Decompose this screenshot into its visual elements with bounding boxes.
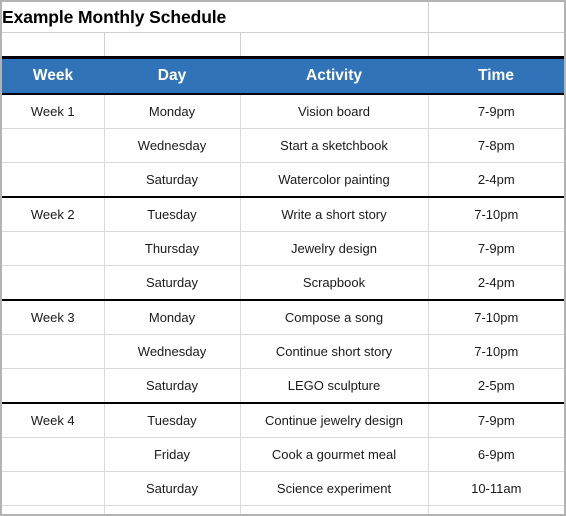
cell-time[interactable]: 2-4pm bbox=[428, 162, 564, 198]
cell-activity[interactable]: Start a sketchbook bbox=[240, 128, 429, 163]
table-row[interactable]: Wednesday Continue short story 7-10pm bbox=[2, 334, 564, 369]
cell-time[interactable]: 7-9pm bbox=[428, 93, 564, 129]
cell-activity[interactable]: LEGO sculpture bbox=[240, 368, 429, 404]
cell-time[interactable]: 7-10pm bbox=[428, 196, 564, 232]
spreadsheet-sheet: Example Monthly Schedule Week Day Activi… bbox=[2, 2, 564, 514]
cell-activity[interactable]: Science experiment bbox=[240, 471, 429, 506]
title-row: Example Monthly Schedule bbox=[2, 2, 564, 33]
cell-time[interactable]: 6-9pm bbox=[428, 437, 564, 472]
table-row[interactable]: Saturday Science experiment 10-11am bbox=[2, 471, 564, 506]
cell-time[interactable]: 7-10pm bbox=[428, 334, 564, 369]
cell-week[interactable]: Week 2 bbox=[2, 196, 105, 232]
spacer-cell-time bbox=[428, 32, 564, 59]
cell-week[interactable] bbox=[2, 162, 105, 198]
column-header-activity[interactable]: Activity bbox=[240, 57, 429, 94]
cell-activity[interactable]: Write a short story bbox=[240, 196, 429, 232]
table-row[interactable]: Saturday Scrapbook 2-4pm bbox=[2, 265, 564, 301]
cell-time[interactable]: 2-4pm bbox=[428, 265, 564, 301]
cell-week[interactable] bbox=[2, 334, 105, 369]
cell-activity[interactable]: Vision board bbox=[240, 93, 429, 129]
cell-week[interactable] bbox=[2, 437, 105, 472]
spacer-cell-week bbox=[2, 32, 105, 59]
cell-day[interactable]: Thursday bbox=[104, 231, 241, 266]
cell-week[interactable]: Week 1 bbox=[2, 93, 105, 129]
cell-week[interactable]: Week 3 bbox=[2, 299, 105, 335]
cell-day[interactable]: Monday bbox=[104, 93, 241, 129]
cell-day[interactable]: Monday bbox=[104, 299, 241, 335]
page-title: Example Monthly Schedule bbox=[2, 2, 429, 33]
cell-activity[interactable]: Watercolor painting bbox=[240, 162, 429, 198]
cell-week[interactable]: Week 4 bbox=[2, 402, 105, 438]
cell-time[interactable]: 7-10pm bbox=[428, 299, 564, 335]
table-row[interactable]: Week 4 Tuesday Continue jewelry design 7-9p… bbox=[2, 402, 564, 438]
table-header-row: Week Day Activity Time bbox=[2, 57, 564, 94]
table-row[interactable]: Wednesday Start a sketchbook 7-8pm bbox=[2, 128, 564, 163]
table-row[interactable]: Week 1 Monday Vision board 7-9pm bbox=[2, 93, 564, 129]
cell-day[interactable]: Wednesday bbox=[104, 128, 241, 163]
cell-activity[interactable]: Cook a gourmet meal bbox=[240, 437, 429, 472]
title-row-trailing-cell bbox=[428, 2, 564, 33]
cell-week[interactable] bbox=[2, 128, 105, 163]
spacer-row bbox=[2, 32, 564, 59]
cell-activity[interactable]: Jewelry design bbox=[240, 231, 429, 266]
cell-activity[interactable]: Complete scrapbook bbox=[240, 505, 429, 514]
schedule-table: Example Monthly Schedule Week Day Activi… bbox=[2, 2, 564, 514]
table-row[interactable]: Week 2 Tuesday Write a short story 7-10pm bbox=[2, 196, 564, 232]
column-header-day[interactable]: Day bbox=[104, 57, 240, 94]
cell-week[interactable] bbox=[2, 231, 105, 266]
cell-day[interactable]: Saturday bbox=[104, 368, 241, 404]
cell-week[interactable] bbox=[2, 471, 105, 506]
cell-day[interactable]: Sunday bbox=[104, 505, 241, 514]
cell-day[interactable]: Tuesday bbox=[104, 402, 241, 438]
cell-day[interactable]: Saturday bbox=[104, 471, 241, 506]
table-body: Example Monthly Schedule Week Day Activi… bbox=[2, 2, 564, 514]
table-row[interactable]: Friday Cook a gourmet meal 6-9pm bbox=[2, 437, 564, 472]
cell-day[interactable]: Wednesday bbox=[104, 334, 241, 369]
column-header-week[interactable]: Week bbox=[2, 57, 104, 94]
table-row[interactable]: Week 3 Monday Compose a song 7-10pm bbox=[2, 299, 564, 335]
cell-week[interactable] bbox=[2, 368, 105, 404]
cell-activity[interactable]: Continue jewelry design bbox=[240, 402, 429, 438]
table-row[interactable]: Thursday Jewelry design 7-9pm bbox=[2, 231, 564, 266]
table-row[interactable]: SundayComplete scrapbook2-4pm bbox=[2, 505, 564, 514]
spacer-cell-day bbox=[104, 32, 241, 59]
cell-day[interactable]: Saturday bbox=[104, 162, 241, 198]
cell-activity[interactable]: Continue short story bbox=[240, 334, 429, 369]
table-row[interactable]: Saturday LEGO sculpture 2-5pm bbox=[2, 368, 564, 404]
cell-time[interactable]: 7-8pm bbox=[428, 128, 564, 163]
cell-day[interactable]: Tuesday bbox=[104, 196, 241, 232]
cell-activity[interactable]: Scrapbook bbox=[240, 265, 429, 301]
cell-time[interactable]: 2-5pm bbox=[428, 368, 564, 404]
cell-time[interactable]: 10-11am bbox=[428, 471, 564, 506]
cell-day[interactable]: Friday bbox=[104, 437, 241, 472]
cell-week[interactable] bbox=[2, 265, 105, 301]
cell-activity[interactable]: Compose a song bbox=[240, 299, 429, 335]
column-header-time[interactable]: Time bbox=[428, 57, 564, 94]
cell-time[interactable]: 7-9pm bbox=[428, 402, 564, 438]
spacer-cell-activity bbox=[240, 32, 429, 59]
cell-time[interactable]: 7-9pm bbox=[428, 231, 564, 266]
cell-day[interactable]: Saturday bbox=[104, 265, 241, 301]
cell-week[interactable] bbox=[2, 505, 105, 514]
cell-time[interactable]: 2-4pm bbox=[428, 505, 564, 514]
table-row[interactable]: Saturday Watercolor painting 2-4pm bbox=[2, 162, 564, 198]
